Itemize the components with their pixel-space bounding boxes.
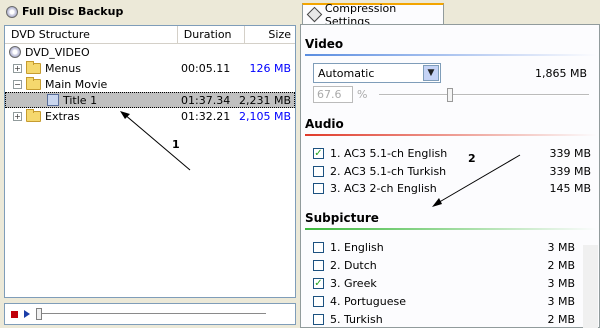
arrow-2-head xyxy=(432,198,442,207)
annotation-arrows xyxy=(120,111,521,207)
arrow-1 xyxy=(123,113,191,171)
arrow-2 xyxy=(435,154,521,205)
